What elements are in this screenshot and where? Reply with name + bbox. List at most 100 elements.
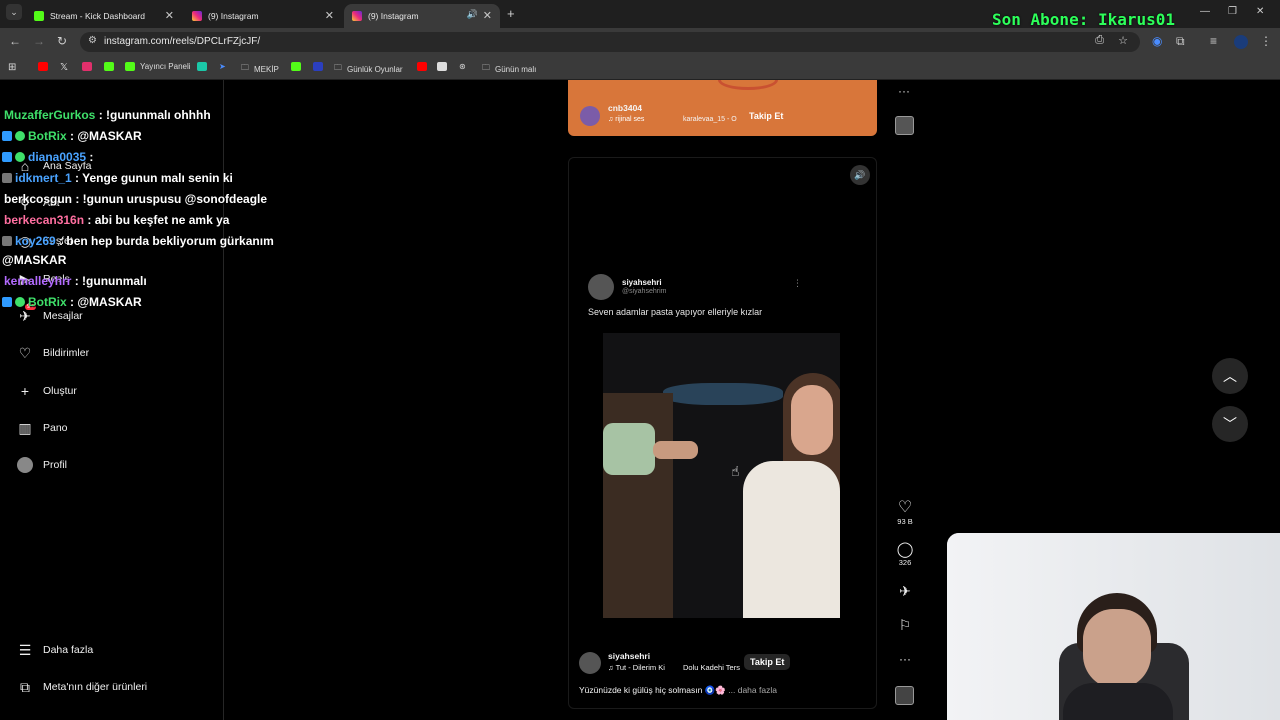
verified-badge-icon [15, 131, 25, 141]
meta-apps-icon: ⧉ [20, 678, 30, 695]
minimize-icon[interactable]: — [1200, 6, 1210, 17]
volume-icon[interactable]: 🔊 [850, 165, 870, 185]
cake-bowl [603, 423, 655, 475]
chat-username: BotRix [28, 129, 67, 143]
music-note-icon: ♫ [608, 663, 616, 672]
media-controls-icon[interactable]: ≡ [1210, 34, 1217, 48]
bookmark-gunun-mali[interactable]: 🗀 Günün malı [482, 62, 536, 76]
nav-meta-products[interactable]: ⧉ Meta'nın diğer ürünleri [16, 678, 147, 696]
more-link[interactable]: ... daha fazla [728, 685, 777, 695]
reel-username[interactable]: siyahsehri [608, 651, 650, 661]
previous-reel[interactable]: cnb3404 ♫ rijinal ses karalevaa_15 - O T… [568, 80, 877, 136]
audio-thumbnail[interactable] [895, 686, 914, 705]
close-window-icon[interactable]: ✕ [1256, 6, 1264, 17]
close-icon[interactable]: ✕ [483, 9, 492, 22]
chat-username: diana0035 [28, 150, 87, 164]
profile-avatar-icon[interactable] [1234, 35, 1248, 49]
bookmark-openai[interactable]: ⊛ [459, 62, 466, 71]
follow-button[interactable]: Takip Et [744, 654, 791, 670]
chat-username: koy269 [15, 234, 56, 248]
audio-marquee[interactable]: Dolu Kadehi Ters [683, 663, 740, 672]
chart-icon: ▥ [18, 419, 32, 436]
address-bar[interactable]: ⚙ instagram.com/reels/DPCLrFZjcJF/ ⎙ ☆ [80, 32, 1140, 52]
heart-icon: ♡ [18, 344, 32, 361]
comment-count: 326 [898, 558, 912, 567]
chat-text: : @MASKAR [66, 295, 142, 309]
apps-grid-icon[interactable]: ⊞ [8, 62, 16, 73]
bookmark-yayinci-paneli[interactable]: Yayıncı Paneli [125, 62, 191, 71]
tab-instagram-active[interactable]: (9) Instagram 🔊 ✕ [344, 4, 500, 28]
video-frame[interactable]: ☝ [603, 333, 840, 618]
reel-audio[interactable]: ♫ rijinal ses [608, 116, 644, 123]
nav-create[interactable]: + Oluştur [16, 382, 77, 400]
tab-search-button[interactable]: ⌄ [6, 4, 22, 20]
reel-username[interactable]: cnb3404 [608, 103, 642, 113]
bookmark-image[interactable] [437, 62, 452, 71]
nav-more[interactable]: ☰ Daha fazla [16, 641, 93, 659]
comment-icon: ◯ [896, 541, 914, 558]
next-reel-button[interactable]: ﹀ [1212, 406, 1248, 442]
reel-audio[interactable]: ♫ Tut - Dilerim Ki [608, 663, 665, 672]
chevron-up-icon: ︿ [1223, 368, 1237, 384]
nav-notifications[interactable]: ♡ Bildirimler [16, 344, 89, 362]
hand-cursor-icon: ☝ [731, 463, 740, 479]
more-options-icon[interactable]: ··· [898, 84, 910, 98]
bookmark-kick[interactable] [104, 62, 119, 71]
tab-kick-dashboard[interactable]: Stream - Kick Dashboard ✕ [26, 4, 182, 28]
chat-text: : !gunun uruspusu @sonofdeagle [72, 192, 268, 206]
share-icon[interactable]: ✈ [893, 583, 917, 600]
chat-message: MuzafferGurkos : !gununmalı ohhhh [4, 108, 211, 122]
bookmark-gunluk-oyunlar[interactable]: 🗀 Günlük Oyunlar [334, 62, 403, 76]
bookmark-instagram[interactable] [82, 62, 97, 71]
nav-dashboard[interactable]: ▥ Pano [16, 419, 67, 437]
user-badge-icon [2, 173, 12, 183]
new-tab-button[interactable]: + [507, 6, 515, 21]
openai-icon: ⊛ [459, 62, 466, 71]
like-button[interactable]: ♡ 93 B [893, 497, 917, 526]
install-app-icon[interactable]: ⎙ [1095, 34, 1104, 47]
chat-message: idkmert_1 : Yenge gunun malı senin ki [2, 171, 233, 185]
bookmark-blue[interactable] [313, 62, 328, 71]
reel-tag[interactable]: karalevaa_15 - O [683, 116, 737, 123]
tab-label: (9) Instagram [208, 11, 259, 21]
bookmark-arrow[interactable]: ➤ [219, 62, 226, 71]
bookmark-youtube[interactable] [38, 62, 53, 71]
chat-text: : Yenge gunun malı senin ki [71, 171, 233, 185]
bookmark-mekip[interactable]: 🗀 MEKİP [241, 62, 279, 76]
avatar[interactable] [580, 106, 600, 126]
shirt [1063, 683, 1173, 720]
bookmark-label: Günün malı [495, 64, 537, 74]
extension-icon[interactable]: ◉ [1152, 34, 1162, 48]
folder-icon: 🗀 [241, 63, 249, 72]
menu-kebab-icon[interactable]: ⋮ [1260, 34, 1272, 48]
tab-instagram-1[interactable]: (9) Instagram ✕ [184, 4, 342, 28]
avatar[interactable] [579, 652, 601, 674]
close-icon[interactable]: ✕ [325, 9, 334, 22]
audio-thumbnail[interactable] [895, 116, 914, 135]
follow-button[interactable]: Takip Et [749, 111, 783, 121]
verified-badge-icon [15, 152, 25, 162]
nav-profile[interactable]: Profil [16, 456, 67, 474]
bookmark-kick-2[interactable] [291, 62, 306, 71]
save-bookmark-icon[interactable]: ⚐ [893, 617, 917, 634]
maximize-icon[interactable]: ❐ [1228, 6, 1237, 17]
bookmark-youtube-2[interactable] [417, 62, 432, 71]
back-icon[interactable]: ← [9, 34, 21, 48]
chat-message: diana0035 : [2, 150, 93, 164]
close-icon[interactable]: ✕ [165, 9, 174, 22]
chevron-down-icon: ﹀ [1223, 416, 1237, 432]
car-window [663, 383, 783, 405]
forward-icon[interactable]: → [33, 34, 45, 48]
speaker-icon[interactable]: 🔊 [467, 9, 478, 20]
nav-label: Oluştur [43, 385, 77, 397]
bookmark-favicon-icon [313, 62, 323, 71]
bookmark-app[interactable] [197, 62, 212, 71]
comment-button[interactable]: ◯ 326 [893, 540, 917, 567]
bookmark-star-icon[interactable]: ☆ [1118, 34, 1128, 47]
reload-icon[interactable]: ↻ [57, 34, 67, 48]
more-options-icon[interactable]: ··· [893, 652, 917, 666]
bookmark-x[interactable]: 𝕏 [60, 62, 68, 73]
previous-reel-button[interactable]: ︿ [1212, 358, 1248, 394]
extensions-puzzle-icon[interactable]: ⧉ [1176, 34, 1185, 49]
site-info-icon[interactable]: ⚙ [88, 35, 97, 46]
